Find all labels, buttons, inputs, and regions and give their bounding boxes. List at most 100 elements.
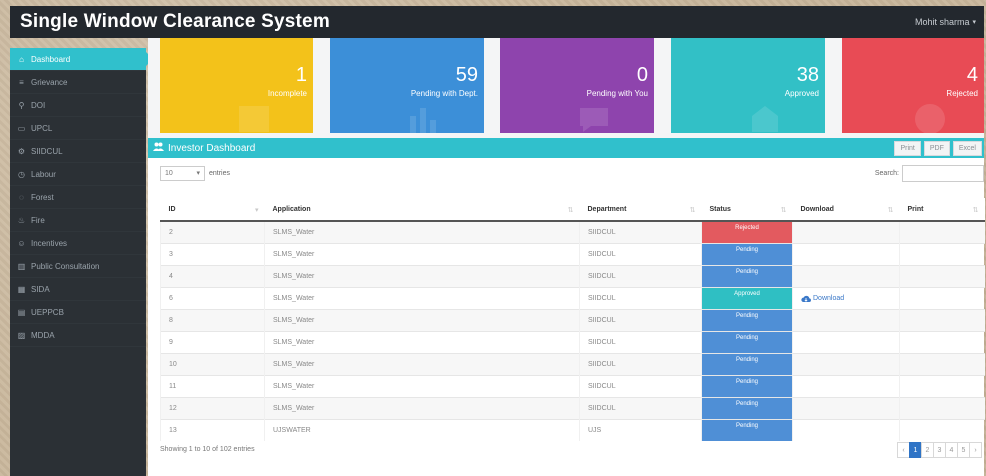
stat-value: 0 [636,64,648,86]
cell-print [899,353,985,376]
filter-icon: ⚲ [18,100,25,110]
sidebar-item-sida[interactable]: ▦ SIDA [10,278,146,301]
pagination: ‹ 1 2 3 4 5 › [897,442,982,458]
card-background-icon [748,102,782,133]
sidebar-item-dashboard[interactable]: ⌂ Dashboard [10,48,153,71]
table-info: Showing 1 to 10 of 102 entries [160,446,255,453]
sidebar: ⌂ Dashboard ≡ Grievance ⚲ DOI ▭ UPCL ⚙ SIIDCUL ◷ La… [10,48,153,476]
cell-download [792,220,900,244]
cell-department: SIIDCUL [579,287,702,310]
user-name[interactable]: Mohit sharma [915,17,970,27]
stat-label: Approved [784,89,819,98]
cell-application: SLMS_Water [264,243,580,266]
cell-status: Pending [701,243,793,266]
status-badge: Pending [702,376,792,397]
sidebar-item-upcl[interactable]: ▭ UPCL [10,117,146,140]
cell-download [792,397,900,420]
cell-application: UJSWATER [264,419,580,441]
cell-department: SIIDCUL [579,243,702,266]
card-background-icon [913,102,947,133]
table-row: 13 UJSWATER UJS Pending [160,419,985,441]
sidebar-item-forest[interactable]: ◌ Forest [10,186,146,209]
sidebar-item-fire[interactable]: ♨ Fire [10,209,146,232]
clock-icon: ◷ [18,169,25,179]
sidebar-item-label: MDDA [31,330,55,340]
pagination-next[interactable]: › [969,442,982,458]
download-link[interactable]: Download [801,295,891,303]
sort-icon: ⇅ [567,206,574,214]
stat-value: 1 [295,64,307,86]
user-menu[interactable]: Mohit sharma ▾ [915,17,976,27]
table-row: 8 SLMS_Water SIIDCUL Pending [160,309,985,332]
col-department[interactable]: Department ⇅ [579,198,702,222]
cell-print [899,397,985,420]
sidebar-item-public-consultation[interactable]: ▥ Public Consultation [10,255,146,278]
col-application[interactable]: Application ⇅ [264,198,580,222]
excel-button[interactable]: Excel [952,140,982,156]
cell-application: SLMS_Water [264,265,580,288]
building-icon: ▤ [17,307,26,317]
cell-id: 3 [160,243,265,266]
pdf-button[interactable]: PDF [923,140,950,156]
sidebar-item-labour[interactable]: ◷ Labour [10,163,146,186]
entries-length-select[interactable]: 10 ▾ [160,165,205,181]
cell-status: Pending [701,331,793,354]
cell-application: SLMS_Water [264,331,580,354]
cell-print [899,309,985,332]
search-input[interactable] [902,164,984,182]
sidebar-item-grievance[interactable]: ≡ Grievance [10,71,146,94]
stat-label: Incomplete [267,89,307,98]
cell-status: Pending [701,309,793,332]
sidebar-item-label: Public Consultation [31,261,100,271]
sidebar-item-label: Dashboard [31,54,71,64]
cell-id: 9 [160,331,265,354]
table-row: 6 SLMS_Water SIIDCUL Approved Download [160,287,985,310]
cell-print [899,243,985,266]
stat-card-incomplete[interactable]: 1 Incomplete [160,38,313,133]
col-print[interactable]: Print ⇅ [899,198,985,222]
cloud-download-icon [801,295,811,302]
cell-department: SIIDCUL [579,397,702,420]
sort-icon: ▾ [254,206,259,214]
status-badge: Pending [702,398,792,419]
stat-card-approved[interactable]: 38 Approved [671,38,825,133]
stat-card-rejected[interactable]: 4 Rejected [842,38,984,133]
card-background-icon [237,102,271,133]
sidebar-item-siidcul[interactable]: ⚙ SIIDCUL [10,140,146,163]
status-badge: Rejected [702,222,792,243]
sidebar-item-ueppcb[interactable]: ▤ UEPPCB [10,301,146,324]
sidebar-item-mdda[interactable]: ▨ MDDA [10,324,146,347]
cell-id: 2 [160,220,265,244]
doc-icon: ▭ [17,123,26,133]
col-download[interactable]: Download ⇅ [792,198,900,222]
table-controls: 10 ▾ entries Search: [148,158,984,188]
cell-download [792,419,900,441]
sidebar-item-label: SIIDCUL [31,146,63,156]
cell-id: 11 [160,375,265,398]
print-button[interactable]: Print [894,140,921,156]
cell-id: 8 [160,309,265,332]
cell-download [792,243,900,266]
sort-icon: ⇅ [887,206,894,214]
sidebar-item-label: Forest [31,192,54,202]
status-badge: Pending [702,244,792,265]
sidebar-item-label: Labour [31,169,56,179]
col-id[interactable]: ID ▾ [160,198,265,222]
card-background-icon [407,102,441,133]
pin-icon: ◌ [19,192,24,202]
sidebar-item-label: UEPPCB [31,307,64,317]
cell-download [792,353,900,376]
sidebar-item-doi[interactable]: ⚲ DOI [10,94,146,117]
cell-status: Approved [701,287,793,310]
cell-download [792,265,900,288]
table-row: 3 SLMS_Water SIIDCUL Pending [160,243,985,266]
sidebar-item-incentives[interactable]: ☺ Incentives [10,232,146,255]
grid-icon: ▦ [17,284,26,294]
stat-card-pending-with-you[interactable]: 0 Pending with You [500,38,654,133]
col-status[interactable]: Status ⇅ [701,198,793,222]
cell-print [899,265,985,288]
stat-card-pending-with-dept[interactable]: 59 Pending with Dept. [330,38,484,133]
stat-label: Rejected [946,89,978,98]
sidebar-item-label: Incentives [31,238,68,248]
cell-print [899,287,985,310]
